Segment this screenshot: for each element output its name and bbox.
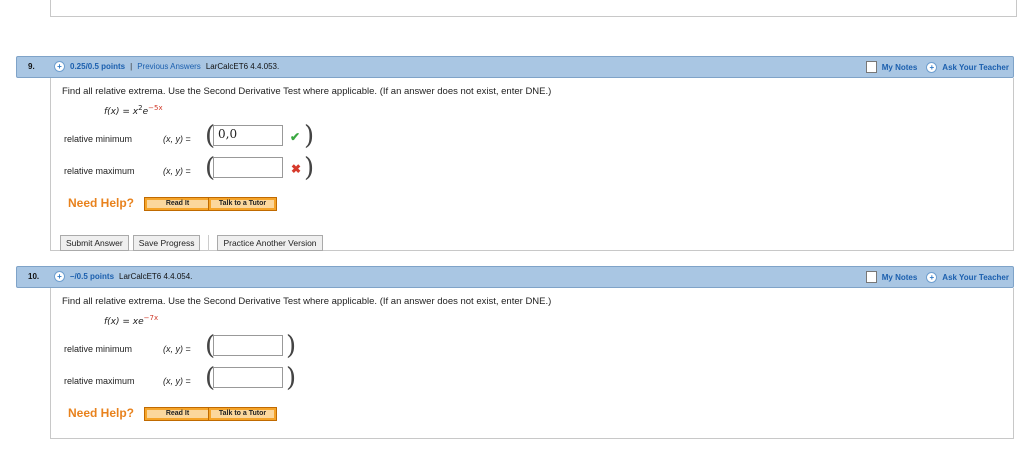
need-help-label: Need Help? (68, 406, 135, 420)
xy-label: (x, y) = (163, 376, 191, 386)
question-body: Find all relative extrema. Use the Secon… (50, 288, 1014, 439)
relative-minimum-label: relative minimum (64, 134, 133, 144)
question-body: Find all relative extrema. Use the Secon… (50, 78, 1014, 251)
close-paren: ) (286, 363, 297, 393)
points-link[interactable]: –/0.5 points (70, 272, 114, 281)
question-meta: + 0.25/0.5 points | Previous Answers Lar… (54, 61, 279, 72)
ask-teacher-link[interactable]: Ask Your Teacher (942, 273, 1009, 282)
checkmark-icon: ✔ (290, 130, 301, 144)
plus-circle-icon[interactable]: + (54, 271, 65, 282)
my-notes-link[interactable]: My Notes (882, 273, 918, 282)
relative-minimum-input[interactable] (213, 335, 283, 356)
question-number: 10. (28, 272, 40, 281)
submit-answer-button[interactable]: Submit Answer (60, 235, 129, 251)
question-prompt: Find all relative extrema. Use the Secon… (62, 296, 552, 307)
cross-icon: ✖ (291, 162, 302, 176)
note-icon[interactable] (865, 61, 877, 73)
previous-question-box (50, 0, 1017, 17)
question-meta: + –/0.5 points LarCalcET6 4.4.054. (54, 271, 192, 282)
points-link[interactable]: 0.25/0.5 points (70, 62, 125, 71)
relative-minimum-input[interactable]: 0,0 (213, 125, 283, 146)
read-it-button[interactable]: Read It (144, 407, 211, 421)
question-prompt: Find all relative extrema. Use the Secon… (62, 86, 552, 97)
question-10: 10. + –/0.5 points LarCalcET6 4.4.054. M… (16, 266, 1014, 439)
ask-teacher-link[interactable]: Ask Your Teacher (942, 63, 1009, 72)
plus-circle-icon[interactable]: + (926, 271, 938, 283)
question-number: 9. (28, 62, 35, 71)
function-expression: f(x) = x2e−5x (104, 104, 163, 117)
question-tools: My Notes + Ask Your Teacher (865, 271, 1009, 283)
xy-label: (x, y) = (163, 134, 191, 144)
question-tools: My Notes + Ask Your Teacher (865, 61, 1009, 73)
close-paren: ) (304, 153, 315, 183)
my-notes-link[interactable]: My Notes (882, 63, 918, 72)
divider (208, 235, 210, 251)
question-header: 9. + 0.25/0.5 points | Previous Answers … (16, 56, 1014, 78)
assignment-code: LarCalcET6 4.4.054. (119, 272, 193, 281)
question-header: 10. + –/0.5 points LarCalcET6 4.4.054. M… (16, 266, 1014, 288)
read-it-button[interactable]: Read It (144, 197, 211, 211)
talk-to-tutor-button[interactable]: Talk to a Tutor (208, 407, 277, 421)
need-help-label: Need Help? (68, 196, 135, 210)
relative-maximum-input[interactable] (213, 367, 283, 388)
action-buttons: Submit Answer Save Progress Practice Ano… (60, 235, 327, 251)
function-expression: f(x) = xe−7x (104, 314, 159, 327)
talk-to-tutor-button[interactable]: Talk to a Tutor (208, 197, 277, 211)
relative-maximum-input[interactable] (213, 157, 283, 178)
practice-another-version-button[interactable]: Practice Another Version (217, 235, 323, 251)
plus-circle-icon[interactable]: + (926, 61, 938, 73)
close-paren: ) (286, 331, 297, 361)
save-progress-button[interactable]: Save Progress (132, 235, 201, 251)
xy-label: (x, y) = (163, 344, 191, 354)
assignment-code: LarCalcET6 4.4.053. (205, 62, 280, 71)
relative-minimum-label: relative minimum (64, 344, 133, 354)
close-paren: ) (304, 121, 315, 151)
question-9: 9. + 0.25/0.5 points | Previous Answers … (16, 56, 1014, 251)
separator: | (130, 62, 133, 71)
previous-answers-link[interactable]: Previous Answers (137, 62, 201, 71)
note-icon[interactable] (865, 271, 877, 283)
relative-maximum-label: relative maximum (64, 376, 135, 386)
plus-circle-icon[interactable]: + (54, 61, 65, 72)
xy-label: (x, y) = (163, 166, 191, 176)
relative-maximum-label: relative maximum (64, 166, 135, 176)
